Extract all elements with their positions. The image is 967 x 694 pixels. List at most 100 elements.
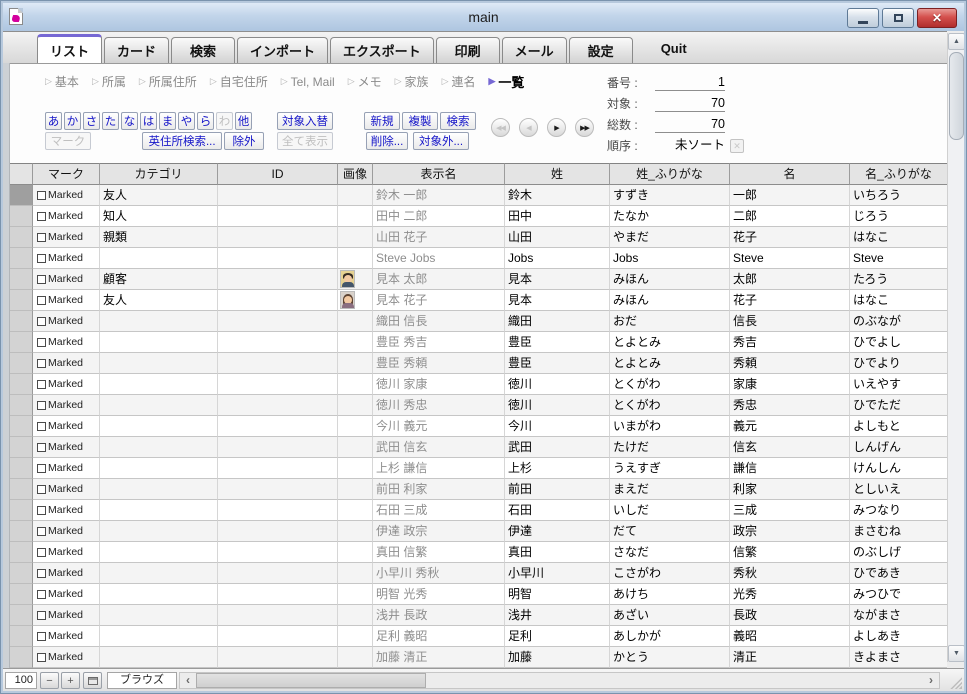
- mark-field[interactable]: Marked: [33, 374, 100, 395]
- mark-checkbox[interactable]: [37, 274, 46, 284]
- record-gutter[interactable]: [10, 647, 33, 668]
- id-field[interactable]: [218, 416, 338, 437]
- last-name-kana-field[interactable]: いまがわ: [610, 416, 730, 437]
- first-name-field[interactable]: 秀秋: [730, 563, 850, 584]
- record-info-value[interactable]: 未ソート: [655, 134, 725, 154]
- id-field[interactable]: [218, 437, 338, 458]
- tab-3[interactable]: 検索: [171, 37, 236, 63]
- id-field[interactable]: [218, 584, 338, 605]
- mark-checkbox[interactable]: [37, 505, 46, 515]
- last-name-kana-field[interactable]: あけち: [610, 584, 730, 605]
- record-gutter[interactable]: [10, 332, 33, 353]
- record-gutter[interactable]: [10, 542, 33, 563]
- category-field[interactable]: [100, 647, 218, 668]
- find-button[interactable]: 検索: [440, 112, 476, 130]
- record-info-value[interactable]: 70: [655, 117, 725, 133]
- mark-field[interactable]: Marked: [33, 584, 100, 605]
- last-name-kana-field[interactable]: だて: [610, 521, 730, 542]
- zoom-in-button[interactable]: +: [61, 672, 80, 689]
- subtab-8[interactable]: ▷ 連名: [442, 73, 476, 90]
- category-field[interactable]: [100, 416, 218, 437]
- category-field[interactable]: [100, 437, 218, 458]
- display-name-field[interactable]: 豊臣 秀頼: [373, 353, 505, 374]
- display-name-field[interactable]: 上杉 謙信: [373, 458, 505, 479]
- last-name-kana-field[interactable]: かとう: [610, 647, 730, 668]
- first-name-field[interactable]: Steve: [730, 248, 850, 269]
- mark-field[interactable]: Marked: [33, 206, 100, 227]
- category-field[interactable]: [100, 626, 218, 647]
- mark-checkbox[interactable]: [37, 421, 46, 431]
- first-name-field[interactable]: 信長: [730, 311, 850, 332]
- image-field[interactable]: [338, 269, 373, 290]
- display-name-field[interactable]: 真田 信繁: [373, 542, 505, 563]
- first-name-kana-field[interactable]: いちろう: [850, 185, 947, 206]
- kana-filter-button-10[interactable]: わ: [216, 112, 233, 130]
- category-field[interactable]: [100, 332, 218, 353]
- first-name-kana-field[interactable]: ひでより: [850, 353, 947, 374]
- id-field[interactable]: [218, 353, 338, 374]
- mark-checkbox[interactable]: [37, 463, 46, 473]
- quit-button[interactable]: Quit: [661, 41, 687, 56]
- category-field[interactable]: [100, 458, 218, 479]
- mark-field[interactable]: Marked: [33, 521, 100, 542]
- first-name-kana-field[interactable]: ながまさ: [850, 605, 947, 626]
- first-name-kana-field[interactable]: よしもと: [850, 416, 947, 437]
- id-field[interactable]: [218, 227, 338, 248]
- image-field[interactable]: [338, 374, 373, 395]
- last-name-field[interactable]: 徳川: [505, 395, 610, 416]
- category-field[interactable]: [100, 395, 218, 416]
- mark-checkbox[interactable]: [37, 589, 46, 599]
- last-name-kana-field[interactable]: みほん: [610, 290, 730, 311]
- id-field[interactable]: [218, 563, 338, 584]
- mark-checkbox[interactable]: [37, 631, 46, 641]
- first-name-field[interactable]: 一郎: [730, 185, 850, 206]
- first-name-kana-field[interactable]: のぶしげ: [850, 542, 947, 563]
- horizontal-scrollbar[interactable]: ‹ ›: [179, 672, 940, 689]
- record-gutter[interactable]: [10, 605, 33, 626]
- record-info-value[interactable]: 1: [655, 75, 725, 91]
- vertical-scrollbar[interactable]: ▲ ▼: [947, 33, 964, 662]
- image-field[interactable]: [338, 500, 373, 521]
- mark-checkbox[interactable]: [37, 400, 46, 410]
- image-field[interactable]: [338, 563, 373, 584]
- category-field[interactable]: [100, 353, 218, 374]
- id-field[interactable]: [218, 269, 338, 290]
- category-field[interactable]: [100, 479, 218, 500]
- last-name-field[interactable]: 徳川: [505, 374, 610, 395]
- tab-4[interactable]: インポート: [237, 37, 329, 63]
- category-field[interactable]: 友人: [100, 290, 218, 311]
- last-name-kana-field[interactable]: とくがわ: [610, 395, 730, 416]
- kana-filter-button-6[interactable]: は: [140, 112, 157, 130]
- first-name-kana-field[interactable]: みつひで: [850, 584, 947, 605]
- image-field[interactable]: [338, 437, 373, 458]
- first-name-field[interactable]: 花子: [730, 227, 850, 248]
- record-gutter[interactable]: [10, 269, 33, 290]
- last-name-field[interactable]: 見本: [505, 290, 610, 311]
- last-name-kana-field[interactable]: あしかが: [610, 626, 730, 647]
- mark-checkbox[interactable]: [37, 253, 46, 263]
- last-name-kana-field[interactable]: とくがわ: [610, 374, 730, 395]
- omit-record-button[interactable]: 除外: [224, 132, 264, 150]
- display-name-field[interactable]: 小早川 秀秋: [373, 563, 505, 584]
- last-name-kana-field[interactable]: さなだ: [610, 542, 730, 563]
- first-name-field[interactable]: 家康: [730, 374, 850, 395]
- image-field[interactable]: [338, 206, 373, 227]
- subtab-9[interactable]: ▶ 一覧: [489, 72, 525, 91]
- first-name-field[interactable]: 光秀: [730, 584, 850, 605]
- display-name-field[interactable]: 徳川 家康: [373, 374, 505, 395]
- first-name-kana-field[interactable]: はなこ: [850, 290, 947, 311]
- english-address-search-button[interactable]: 英住所検索...: [142, 132, 222, 150]
- tab-8[interactable]: 設定: [568, 37, 633, 63]
- image-field[interactable]: [338, 248, 373, 269]
- first-name-kana-field[interactable]: きよまさ: [850, 647, 947, 668]
- first-name-field[interactable]: 秀吉: [730, 332, 850, 353]
- subtab-3[interactable]: ▷ 所属住所: [139, 73, 197, 90]
- display-name-field[interactable]: 鈴木 一郎: [373, 185, 505, 206]
- last-name-field[interactable]: 豊臣: [505, 332, 610, 353]
- restore-button[interactable]: [882, 8, 914, 28]
- first-name-kana-field[interactable]: いえやす: [850, 374, 947, 395]
- mark-checkbox[interactable]: [37, 358, 46, 368]
- first-name-kana-field[interactable]: けんしん: [850, 458, 947, 479]
- subtab-7[interactable]: ▷ 家族: [395, 73, 429, 90]
- id-field[interactable]: [218, 332, 338, 353]
